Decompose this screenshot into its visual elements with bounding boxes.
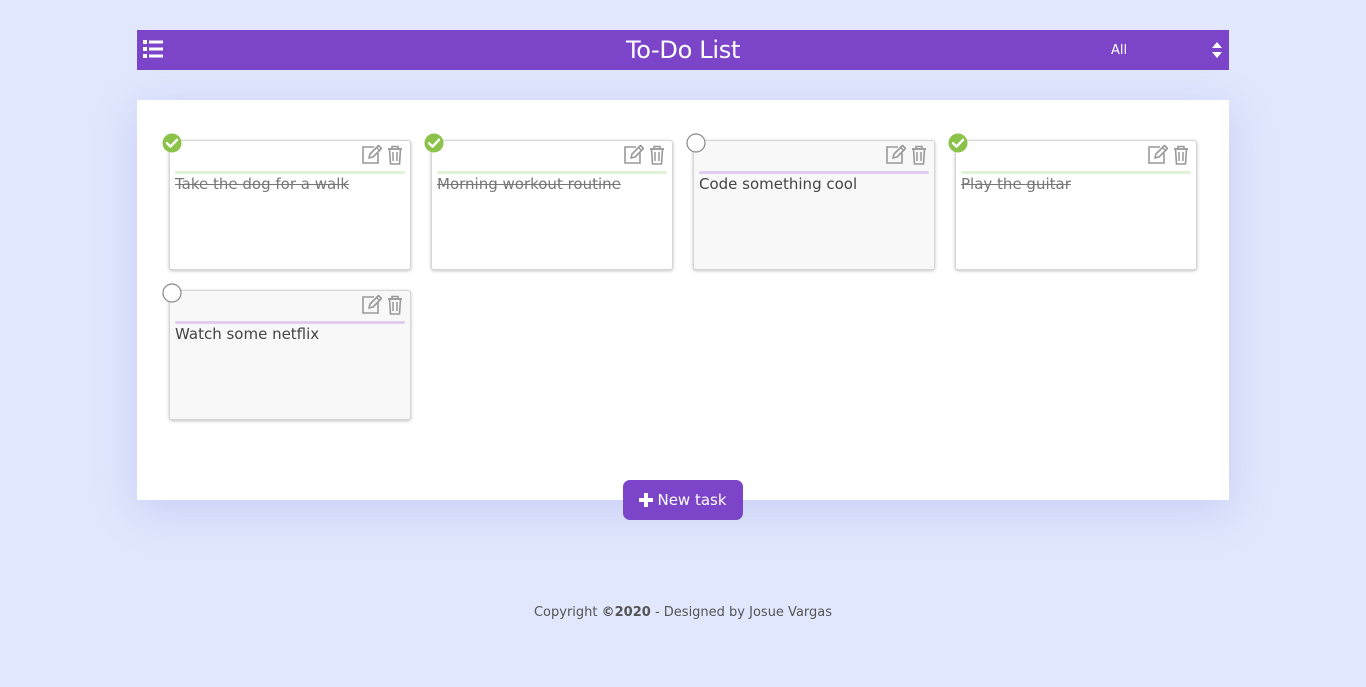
task-card[interactable]: Take the dog for a walk	[162, 133, 411, 270]
plus-icon	[639, 493, 654, 507]
page-title: To-Do List	[625, 36, 741, 64]
filter-select[interactable]: All	[1101, 30, 1229, 70]
footer-prefix: Copyright	[533, 605, 602, 620]
task-actions	[1146, 144, 1192, 166]
task-text[interactable]: Watch some netflix	[175, 325, 405, 343]
edit-icon[interactable]	[360, 294, 382, 316]
incomplete-circle-icon[interactable]	[162, 283, 182, 303]
task-actions	[884, 144, 930, 166]
filter-selected-value: All	[1111, 42, 1128, 58]
task-actions	[360, 144, 406, 166]
completed-check-icon[interactable]	[162, 133, 182, 153]
task-divider	[437, 171, 667, 174]
list-menu-icon[interactable]	[143, 40, 163, 58]
new-task-label: New task	[657, 491, 727, 509]
incomplete-circle-icon[interactable]	[686, 133, 706, 153]
footer: Copyright ©2020 - Designed by Josue Varg…	[0, 605, 1366, 620]
trash-icon[interactable]	[646, 144, 668, 166]
completed-check-icon[interactable]	[424, 133, 444, 153]
task-divider	[961, 171, 1191, 174]
trash-icon[interactable]	[384, 294, 406, 316]
task-text[interactable]: Morning workout routine	[437, 175, 667, 193]
edit-icon[interactable]	[884, 144, 906, 166]
task-text[interactable]: Code something cool	[699, 175, 929, 193]
footer-year: ©2020	[601, 605, 651, 620]
task-divider	[175, 171, 405, 174]
task-board: Take the dog for a walk Morning workout r…	[137, 100, 1229, 500]
task-text[interactable]: Play the guitar	[961, 175, 1191, 193]
task-card[interactable]: Play the guitar	[948, 133, 1197, 270]
trash-icon[interactable]	[384, 144, 406, 166]
task-text[interactable]: Take the dog for a walk	[175, 175, 405, 193]
task-divider	[699, 171, 929, 174]
trash-icon[interactable]	[1170, 144, 1192, 166]
task-divider	[175, 321, 405, 324]
task-actions	[360, 294, 406, 316]
edit-icon[interactable]	[1146, 144, 1168, 166]
task-card[interactable]: Watch some netflix	[162, 283, 411, 420]
edit-icon[interactable]	[360, 144, 382, 166]
task-actions	[622, 144, 668, 166]
select-arrows-icon	[1212, 42, 1222, 58]
edit-icon[interactable]	[622, 144, 644, 166]
task-card[interactable]: Code something cool	[686, 133, 935, 270]
completed-check-icon[interactable]	[948, 133, 968, 153]
task-card[interactable]: Morning workout routine	[424, 133, 673, 270]
app-header: To-Do List All	[137, 30, 1229, 70]
new-task-button[interactable]: New task	[623, 480, 743, 520]
trash-icon[interactable]	[908, 144, 930, 166]
footer-suffix: - Designed by Josue Vargas	[650, 605, 833, 620]
